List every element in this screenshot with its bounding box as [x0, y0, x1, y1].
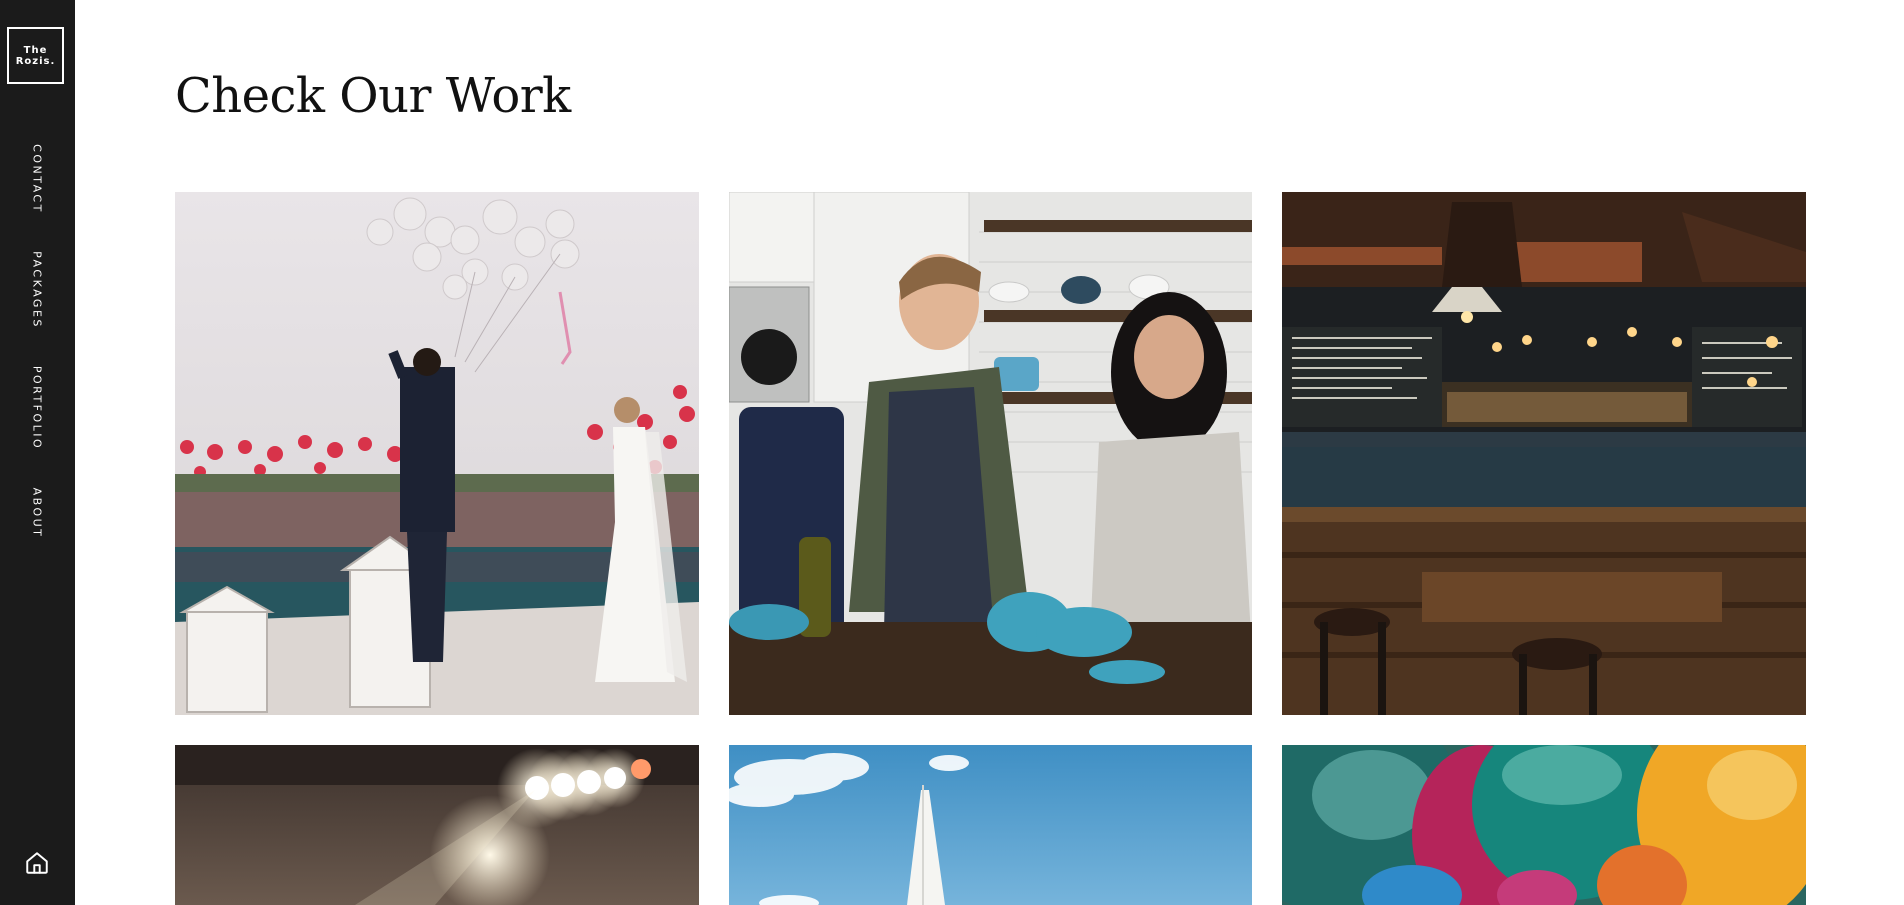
- nav-item-packages[interactable]: PACKAGES: [31, 251, 44, 329]
- nav-item-about[interactable]: ABOUT: [31, 488, 44, 539]
- gallery-item-kitchen[interactable]: [729, 192, 1252, 715]
- brand-logo-line1: The: [23, 44, 48, 56]
- sidebar: The Rozis. CONTACT PACKAGES PORTFOLIO AB…: [0, 0, 75, 905]
- gallery-item-sailboat[interactable]: [729, 745, 1252, 905]
- gallery-item-wedding[interactable]: [175, 192, 699, 715]
- brand-logo[interactable]: The Rozis.: [7, 27, 64, 84]
- bar-photo: [1282, 192, 1806, 715]
- nav-item-portfolio[interactable]: PORTFOLIO: [31, 366, 44, 450]
- sailboat-photo: [729, 745, 1252, 905]
- gallery-item-concert[interactable]: [175, 745, 699, 905]
- concert-photo: [175, 745, 699, 905]
- wedding-photo: [175, 192, 699, 715]
- balloons-photo: [1282, 745, 1806, 905]
- gallery-item-bar[interactable]: [1282, 192, 1806, 715]
- gallery-item-balloons[interactable]: [1282, 745, 1806, 905]
- page-title: Check Our Work: [175, 68, 571, 124]
- home-icon: [26, 852, 48, 874]
- home-button[interactable]: [24, 850, 50, 876]
- kitchen-photo: [729, 192, 1252, 715]
- brand-logo-line2: Rozis.: [15, 55, 56, 67]
- nav-item-contact[interactable]: CONTACT: [31, 144, 44, 214]
